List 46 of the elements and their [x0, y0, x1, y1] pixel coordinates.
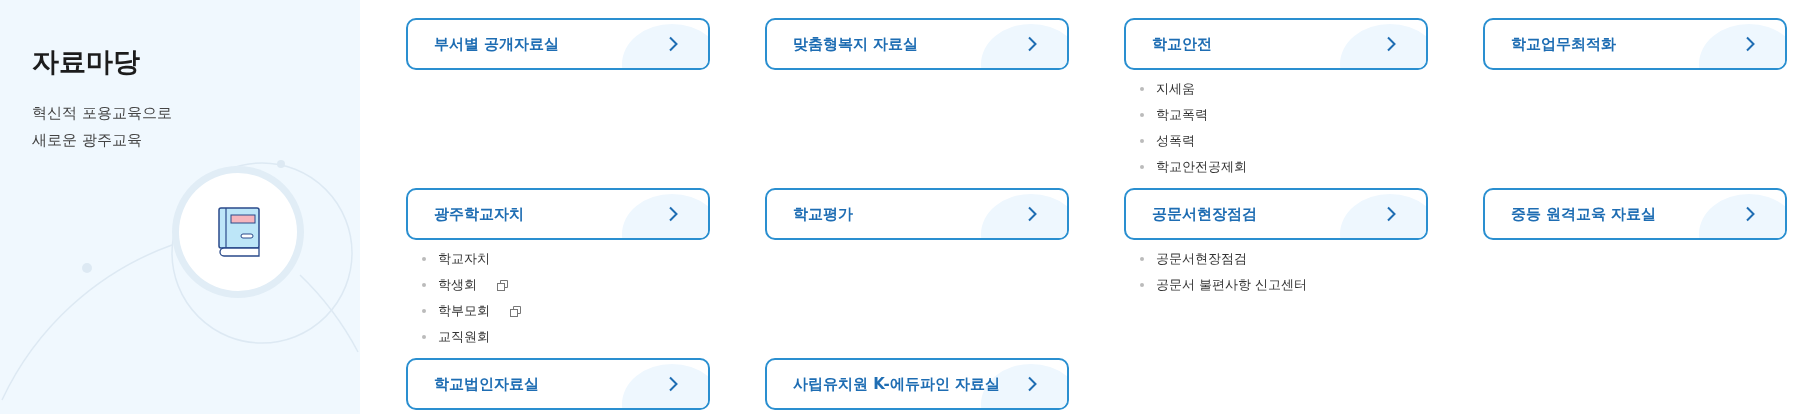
- category-button[interactable]: 사립유치원 K-에듀파인 자료실: [765, 358, 1069, 410]
- category-button[interactable]: 공문서현장점검: [1124, 188, 1428, 240]
- bullet-icon: [1140, 113, 1144, 117]
- chevron-right-icon: [1386, 36, 1396, 52]
- sub-link[interactable]: 지세움: [1156, 80, 1195, 98]
- section-subtitle: 혁신적 포용교육으로: [32, 103, 172, 124]
- bullet-icon: [422, 257, 426, 261]
- chevron-right-icon: [1745, 206, 1755, 222]
- category-button[interactable]: 부서별 공개자료실: [406, 18, 710, 70]
- section-title: 자료마당: [32, 45, 140, 79]
- chevron-right-icon: [668, 206, 678, 222]
- sub-link[interactable]: 학생회: [438, 276, 477, 294]
- sub-link[interactable]: 공문서 불편사항 신고센터: [1156, 276, 1308, 294]
- bullet-icon: [1140, 257, 1144, 261]
- new-window-icon: [497, 279, 508, 291]
- bullet-icon: [1140, 283, 1144, 287]
- category-button[interactable]: 광주학교자치: [406, 188, 710, 240]
- category-button[interactable]: 중등 원격교육 자료실: [1483, 188, 1787, 240]
- bullet-icon: [422, 283, 426, 287]
- sub-link[interactable]: 학교안전공제회: [1156, 158, 1247, 176]
- sub-link[interactable]: 교직원회: [438, 328, 490, 346]
- chevron-right-icon: [1745, 36, 1755, 52]
- category-button[interactable]: 학교법인자료실: [406, 358, 710, 410]
- category-button[interactable]: 학교업무최적화: [1483, 18, 1787, 70]
- sub-link[interactable]: 공문서현장점검: [1156, 250, 1247, 268]
- bullet-icon: [1140, 139, 1144, 143]
- chevron-right-icon: [1027, 36, 1037, 52]
- chevron-right-icon: [1027, 206, 1037, 222]
- category-button[interactable]: 맞춤형복지 자료실: [765, 18, 1069, 70]
- chevron-right-icon: [668, 376, 678, 392]
- chevron-right-icon: [668, 36, 678, 52]
- category-button[interactable]: 학교평가: [765, 188, 1069, 240]
- new-window-icon: [510, 305, 521, 317]
- sub-link[interactable]: 성폭력: [1156, 132, 1195, 150]
- chevron-right-icon: [1386, 206, 1396, 222]
- bullet-icon: [1140, 87, 1144, 91]
- bullet-icon: [422, 335, 426, 339]
- bullet-icon: [422, 309, 426, 313]
- chevron-right-icon: [1027, 376, 1037, 392]
- category-button[interactable]: 학교안전: [1124, 18, 1428, 70]
- bullet-icon: [1140, 165, 1144, 169]
- sub-link[interactable]: 학교자치: [438, 250, 490, 268]
- section-subtitle: 새로운 광주교육: [32, 130, 142, 151]
- book-icon: [218, 207, 260, 257]
- sub-link[interactable]: 학부모회: [438, 302, 490, 320]
- sub-link[interactable]: 학교폭력: [1156, 106, 1208, 124]
